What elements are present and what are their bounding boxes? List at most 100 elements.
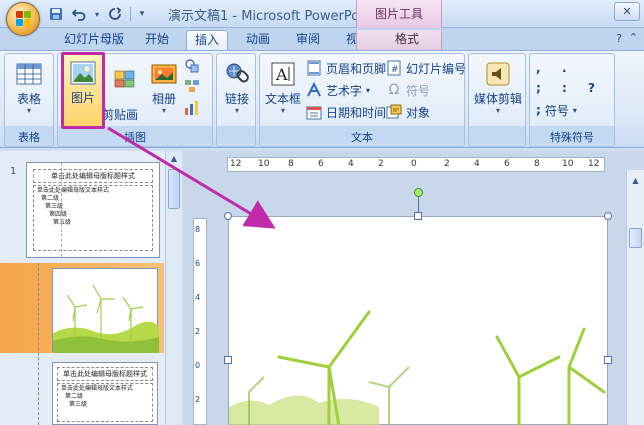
level-4: 第四级 <box>49 211 68 218</box>
scrollbar-thumb[interactable] <box>168 169 180 209</box>
clipart-button[interactable] <box>114 68 135 88</box>
group-table: 表格 ▾ 表格 <box>4 53 54 147</box>
resize-handle-top[interactable] <box>414 212 422 220</box>
datetime-label: 日期和时间 <box>326 105 387 120</box>
group-text: A 文本框 ▾ 页眉和页脚 艺术字 ▾ 日期和时间 # 幻灯片编号 Ω 符号 对… <box>259 53 466 147</box>
clipart-label-btn[interactable]: 剪贴画 <box>102 104 138 124</box>
ruler-mark: 8 <box>534 159 540 169</box>
links-button[interactable]: 链接 ▾ <box>217 56 257 128</box>
chevron-down-icon: ▾ <box>26 106 31 115</box>
editor-scrollbar[interactable]: ▲ <box>626 170 644 425</box>
ruler-mark: 8 <box>288 159 294 169</box>
undo-dropdown-icon[interactable]: ▾ <box>92 5 102 23</box>
symbol-period[interactable]: . <box>562 58 567 78</box>
group-special-symbols: , . ; : ? ; 符号 ▾ 特殊符号 <box>529 53 615 147</box>
ruler-mark: 6 <box>504 159 510 169</box>
symbol-colon[interactable]: : <box>562 78 567 98</box>
resize-handle-left[interactable] <box>224 356 232 364</box>
resize-handle-right[interactable] <box>604 356 612 364</box>
slide-number-button[interactable]: # 幻灯片编号 <box>386 58 466 78</box>
object-button[interactable]: 对象 <box>386 102 430 122</box>
ribbon-minimize-icon[interactable]: ⌃ <box>629 31 638 44</box>
office-button[interactable] <box>6 2 40 36</box>
help-icon[interactable]: ? <box>616 32 622 45</box>
chevron-down-icon: ▾ <box>495 106 500 115</box>
master-body-placeholder: 单击此处编辑母版文本样式 第二级 第三级 第四级 第五级 <box>33 185 153 251</box>
layout-level-3: 第三级 <box>69 401 88 408</box>
close-icon[interactable]: ✕ <box>614 2 640 21</box>
wordart-button[interactable]: 艺术字 ▾ <box>306 80 370 100</box>
master-title-placeholder: 单击此处编辑母版标题样式 <box>33 169 153 183</box>
scrollbar-thumb[interactable] <box>629 228 642 248</box>
svg-text:#: # <box>391 65 399 75</box>
master-thumbnail[interactable]: 单击此处编辑母版标题样式 单击此处编辑母版文本样式 第二级 第三级 第四级 第五… <box>26 162 160 258</box>
table-button-label: 表格 <box>16 92 41 106</box>
album-button[interactable]: 相册 ▾ <box>144 56 184 128</box>
thumbnails-scrollbar[interactable]: ▲ <box>165 151 182 425</box>
tab-review[interactable]: 审阅 <box>288 30 328 50</box>
header-footer-button[interactable]: 页眉和页脚 <box>306 58 386 78</box>
layout-body-text: 单击此处编辑母版文本样式 <box>61 385 134 392</box>
thumbnail-connector-line <box>38 263 39 425</box>
header-footer-icon <box>306 60 322 76</box>
slide-number: 1 <box>10 166 17 177</box>
link-icon <box>223 60 251 88</box>
table-button[interactable]: 表格 ▾ <box>9 56 49 128</box>
photo-album-icon <box>150 60 178 88</box>
scroll-up-icon[interactable]: ▲ <box>167 152 181 166</box>
ruler-mark: 0 <box>411 159 417 169</box>
level-2: 第二级 <box>41 195 60 202</box>
ruler-mark: 6 <box>195 259 201 268</box>
redo-icon[interactable] <box>105 5 125 23</box>
group-table-label: 表格 <box>18 131 40 144</box>
tab-insert[interactable]: 插入 <box>186 30 229 50</box>
group-media: 媒体剪辑 ▾ <box>468 53 526 147</box>
special-symbol-button[interactable]: ; 符号 ▾ <box>536 100 577 120</box>
undo-icon[interactable] <box>69 5 89 23</box>
tab-home[interactable]: 开始 <box>137 30 177 50</box>
dashed-guide <box>61 163 62 257</box>
object-label: 对象 <box>406 105 431 120</box>
tab-slide-master[interactable]: 幻灯片母版 <box>56 30 132 50</box>
symbol-semicolon-small: ; <box>536 103 541 117</box>
chart-button[interactable] <box>184 98 200 118</box>
wind-turbine-image[interactable] <box>229 217 609 425</box>
clipart-button-label: 剪贴画 <box>102 107 139 122</box>
slide-canvas[interactable] <box>228 216 608 425</box>
symbol-button[interactable]: Ω 符号 <box>386 80 430 100</box>
ruler-mark: 2 <box>378 159 384 169</box>
smartart-button[interactable] <box>184 76 200 96</box>
wordart-label: 艺术字 <box>326 83 363 98</box>
textbox-button-label: 文本框 <box>264 92 301 106</box>
layout-body-placeholder: 单击此处编辑母版文本样式 第二级 第三级 <box>57 383 153 422</box>
shapes-icon <box>184 58 200 74</box>
master-body-text: 单击此处编辑母版文本样式 <box>37 187 110 194</box>
layout-title-placeholder: 单击此处编辑母版标题样式 <box>57 367 153 381</box>
textbox-icon: A <box>269 60 297 88</box>
media-clips-button[interactable]: 媒体剪辑 ▾ <box>471 56 525 128</box>
layout-thumbnail-wind[interactable] <box>52 268 159 353</box>
save-icon[interactable] <box>46 5 66 23</box>
tab-animations[interactable]: 动画 <box>238 30 278 50</box>
symbol-comma[interactable]: , <box>536 58 541 78</box>
symbol-question[interactable]: ? <box>588 78 595 98</box>
picture-icon <box>70 61 96 85</box>
picture-button[interactable]: 图片 <box>61 52 105 129</box>
scroll-up-icon[interactable]: ▲ <box>629 176 642 188</box>
symbol-semicolon[interactable]: ; <box>536 78 541 98</box>
layout-thumbnail-master[interactable]: 单击此处编辑母版标题样式 单击此处编辑母版文本样式 第二级 第三级 <box>52 362 158 425</box>
group-text-label: 文本 <box>351 131 373 144</box>
ruler-mark: 2 <box>195 327 201 336</box>
resize-handle-top-left[interactable] <box>224 212 232 220</box>
ruler-mark: 4 <box>474 159 480 169</box>
rotation-handle[interactable] <box>414 188 423 197</box>
datetime-button[interactable]: 日期和时间 <box>306 102 386 122</box>
tab-format[interactable]: 格式 <box>356 30 442 50</box>
textbox-button[interactable]: A 文本框 ▾ <box>262 56 304 128</box>
customize-qat-icon[interactable]: ▾ <box>136 5 148 23</box>
resize-handle-top-right[interactable] <box>604 212 612 220</box>
shapes-button[interactable] <box>184 56 200 76</box>
special-symbol-label: 符号 <box>544 103 569 118</box>
qat-separator <box>130 7 131 21</box>
group-illustrations-label: 插图 <box>124 131 146 144</box>
